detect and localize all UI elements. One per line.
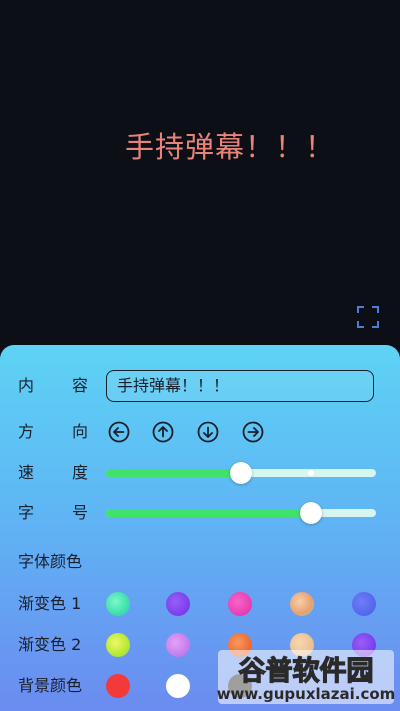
background-swatch-red[interactable] [106, 674, 130, 698]
arrow-left-circle-icon[interactable] [108, 421, 130, 443]
font-size-slider-fill [106, 509, 311, 517]
direction-label: 方向 [18, 422, 88, 441]
font-color-row: 字体颜色 [0, 544, 400, 580]
font-size-label: 字号 [18, 503, 88, 522]
background-color-label: 背景颜色 [18, 676, 83, 695]
speed-slider[interactable] [106, 462, 376, 484]
gradient1-swatch-4[interactable] [290, 592, 314, 616]
marquee-text: 手持弹幕！！！ [124, 130, 335, 164]
gradient1-swatch-1[interactable] [106, 592, 130, 616]
gradient1-swatch-3[interactable] [228, 592, 252, 616]
direction-row: 方向 [0, 414, 400, 450]
arrow-up-circle-icon[interactable] [152, 421, 174, 443]
gradient2-label: 渐变色 2 [18, 635, 82, 654]
font-color-label: 字体颜色 [18, 552, 83, 571]
svg-text:www.gupuxlazai.com: www.gupuxlazai.com [217, 685, 396, 703]
gradient1-swatch-2[interactable] [166, 592, 190, 616]
speed-label: 速度 [18, 463, 88, 482]
preview-area: 手持弹幕！！！ [0, 0, 400, 345]
gradient2-swatch-1[interactable] [106, 633, 130, 657]
font-size-slider-thumb[interactable] [300, 502, 322, 524]
speed-slider-thumb[interactable] [230, 462, 252, 484]
fullscreen-icon[interactable] [356, 305, 380, 329]
gradient1-row: 渐变色 1 [0, 586, 400, 622]
gradient1-swatch-5[interactable] [352, 592, 376, 616]
watermark-logo: 谷普软件园 www.gupuxlazai.com [217, 650, 396, 704]
content-input[interactable]: 手持弹幕！！！ [106, 370, 374, 402]
font-size-slider[interactable] [106, 502, 376, 524]
svg-text:谷普软件园: 谷普软件园 [239, 655, 374, 687]
arrow-down-circle-icon[interactable] [197, 421, 219, 443]
speed-slider-fill [106, 469, 241, 477]
gradient2-swatch-2[interactable] [166, 633, 190, 657]
gradient1-label: 渐变色 1 [18, 594, 82, 613]
content-label: 内容 [18, 376, 88, 395]
arrow-right-circle-icon[interactable] [242, 421, 264, 443]
background-swatch-white[interactable] [166, 674, 190, 698]
